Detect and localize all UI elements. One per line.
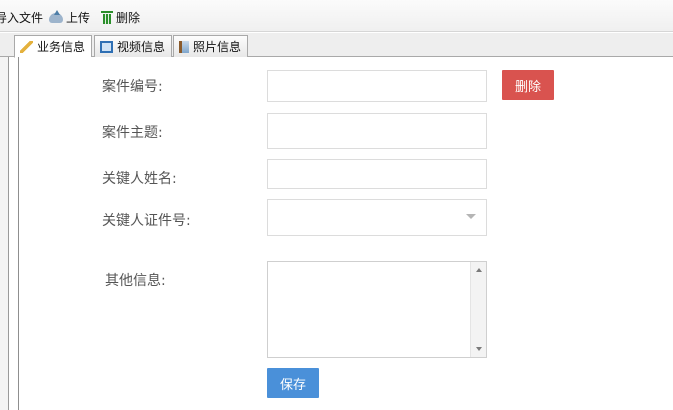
import-file-button[interactable]: 导入文件 — [0, 8, 43, 26]
cloud-upload-icon — [49, 10, 63, 23]
case-subject-input[interactable] — [268, 114, 486, 148]
case-subject-label: 案件主题: — [102, 125, 163, 141]
toolbar-delete-button[interactable]: 删除 — [101, 8, 140, 26]
dropdown-caret-icon — [466, 214, 476, 219]
tab-bar: 业务信息 视频信息 照片信息 — [0, 33, 673, 58]
toolbar-delete-label: 删除 — [116, 10, 141, 25]
photo-icon — [179, 40, 189, 53]
tab-photo-info[interactable]: 照片信息 — [173, 35, 249, 57]
upload-button[interactable]: 上传 — [49, 8, 90, 26]
key-person-name-label: 关键人姓名: — [102, 171, 177, 187]
film-icon — [100, 40, 113, 53]
tab-business-info[interactable]: 业务信息 — [14, 35, 93, 58]
upload-label: 上传 — [66, 10, 91, 25]
case-number-label: 案件编号: — [102, 79, 163, 95]
textarea-scrollbar[interactable] — [470, 262, 486, 357]
scroll-down-arrow-icon[interactable] — [476, 347, 482, 351]
tab-video-info-label: 视频信息 — [117, 40, 166, 54]
other-info-textarea[interactable] — [268, 262, 470, 357]
toolbar: 导入文件 上传 删除 — [0, 0, 673, 32]
key-person-id-label: 关键人证件号: — [102, 213, 191, 229]
tab-video-info[interactable]: 视频信息 — [94, 35, 173, 57]
tab-business-info-label: 业务信息 — [37, 40, 86, 54]
case-number-field[interactable] — [267, 70, 487, 102]
other-info-label: 其他信息: — [105, 273, 166, 289]
left-edge-strip — [0, 57, 9, 410]
tab-photo-info-label: 照片信息 — [193, 40, 242, 54]
import-file-label: 导入文件 — [0, 10, 44, 25]
pencil-icon — [20, 40, 33, 53]
key-person-name-input[interactable] — [268, 160, 486, 188]
delete-button[interactable]: 删除 — [502, 70, 554, 100]
key-person-id-select[interactable] — [267, 199, 487, 236]
scroll-up-arrow-icon[interactable] — [476, 268, 482, 272]
case-subject-field[interactable] — [267, 113, 487, 149]
case-number-input[interactable] — [268, 71, 486, 101]
other-info-field[interactable] — [267, 261, 487, 358]
save-button[interactable]: 保存 — [267, 368, 319, 398]
trash-icon — [101, 10, 113, 24]
key-person-name-field[interactable] — [267, 159, 487, 189]
